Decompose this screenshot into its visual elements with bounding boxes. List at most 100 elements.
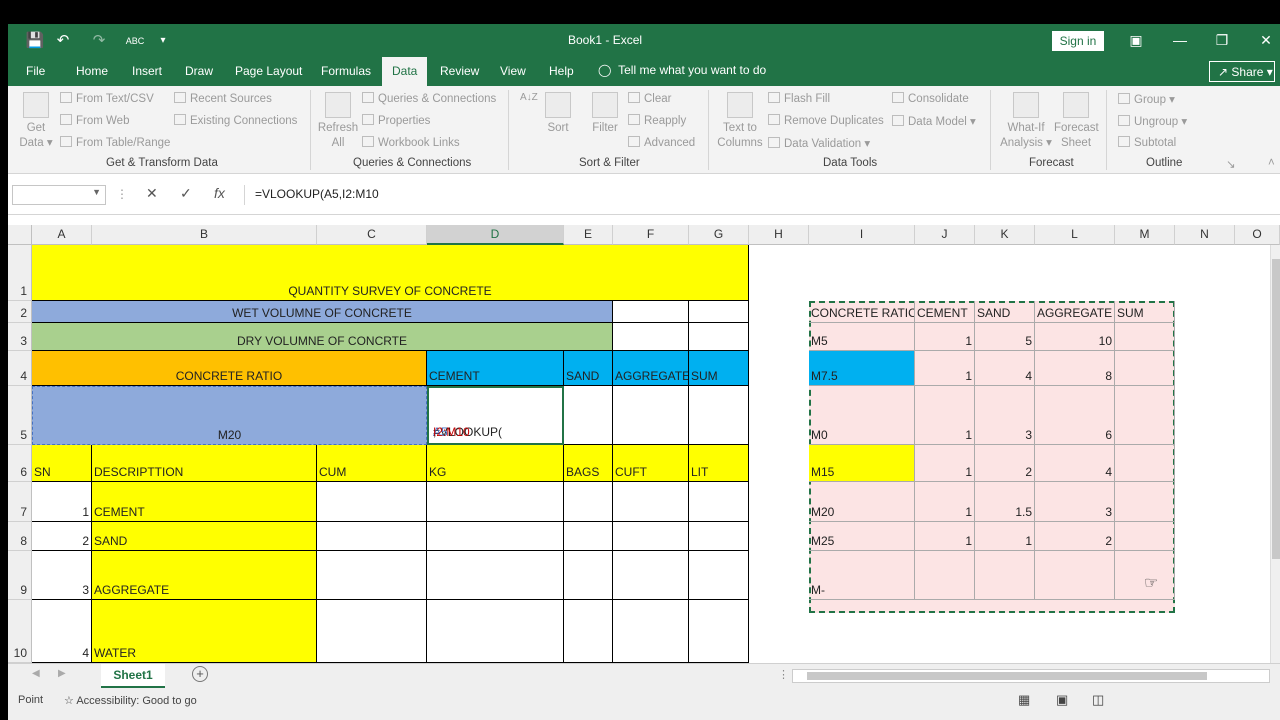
column-header[interactable]: G xyxy=(689,225,749,245)
cell[interactable] xyxy=(689,301,749,323)
cell[interactable] xyxy=(564,600,613,663)
sheet-tab-sheet1[interactable]: Sheet1 xyxy=(101,664,165,688)
prev-sheet-icon[interactable]: ◀ xyxy=(32,668,40,679)
lookup-value[interactable]: 4 xyxy=(975,351,1035,386)
lookup-value[interactable]: 2 xyxy=(1035,522,1115,551)
column-header[interactable]: D xyxy=(427,225,564,245)
cell[interactable] xyxy=(427,522,564,551)
sort-az-icon[interactable]: A↓Z xyxy=(520,92,538,103)
name-box[interactable]: ▼ xyxy=(12,185,106,205)
cell[interactable] xyxy=(689,600,749,663)
column-header[interactable]: K xyxy=(975,225,1035,245)
tab-help[interactable]: Help xyxy=(549,64,574,78)
tab-file[interactable]: File xyxy=(26,64,45,78)
header-cum[interactable]: CUM xyxy=(317,445,427,482)
lookup-value[interactable]: 6 xyxy=(1035,386,1115,445)
spelling-icon[interactable]: ABC xyxy=(124,31,146,51)
row-header[interactable]: 1 xyxy=(8,245,32,301)
ungroup-button[interactable]: Ungroup ▾ xyxy=(1118,114,1187,128)
select-all-corner[interactable] xyxy=(8,225,32,245)
tab-review[interactable]: Review xyxy=(440,64,479,78)
item-sn[interactable]: 2 xyxy=(32,522,92,551)
recent-sources-button[interactable]: Recent Sources xyxy=(174,92,272,105)
column-header[interactable]: M xyxy=(1115,225,1175,245)
share-button[interactable]: ↗ Share ▾ xyxy=(1209,61,1275,82)
row-header[interactable]: 6 xyxy=(8,445,32,482)
tab-insert[interactable]: Insert xyxy=(132,64,162,78)
lookup-value[interactable] xyxy=(1115,445,1175,482)
outline-settings-icon[interactable]: ↘ xyxy=(1226,157,1236,171)
cell[interactable] xyxy=(317,600,427,663)
column-header[interactable]: J xyxy=(915,225,975,245)
scroll-thumb[interactable] xyxy=(807,672,1207,680)
cell[interactable] xyxy=(689,551,749,600)
lookup-value[interactable]: 8 xyxy=(1035,351,1115,386)
cell[interactable] xyxy=(317,482,427,522)
cell[interactable] xyxy=(317,522,427,551)
existing-connections-button[interactable]: Existing Connections xyxy=(174,114,297,127)
reapply-button[interactable]: Reapply xyxy=(628,114,686,127)
lookup-grade[interactable]: M15 xyxy=(809,445,915,482)
lookup-header[interactable]: AGGREGATE xyxy=(1035,301,1115,323)
item-description[interactable]: AGGREGATE xyxy=(92,551,317,600)
cell[interactable] xyxy=(613,551,689,600)
lookup-value[interactable] xyxy=(1115,386,1175,445)
cell[interactable] xyxy=(613,522,689,551)
cell[interactable] xyxy=(613,301,689,323)
row-header[interactable]: 10 xyxy=(8,600,32,663)
cement-header[interactable]: CEMENT xyxy=(427,351,564,386)
what-if-button[interactable]: What-If Analysis ▾ xyxy=(998,92,1054,151)
lookup-grade[interactable]: M- xyxy=(809,551,915,600)
forecast-sheet-button[interactable]: Forecast Sheet xyxy=(1054,92,1099,151)
lookup-header[interactable]: SAND xyxy=(975,301,1035,323)
accessibility-status[interactable]: ☆ Accessibility: Good to go xyxy=(64,694,197,707)
customize-qat-icon[interactable]: ▾ xyxy=(152,31,174,51)
text-to-columns-button[interactable]: Text to Columns xyxy=(716,92,764,151)
column-header[interactable]: B xyxy=(92,225,317,245)
cell[interactable] xyxy=(613,482,689,522)
filter-button[interactable]: Filter xyxy=(588,92,622,136)
tab-formulas[interactable]: Formulas xyxy=(321,64,371,78)
subtotal-button[interactable]: Subtotal xyxy=(1118,136,1176,149)
cell[interactable] xyxy=(564,522,613,551)
row-header[interactable]: 9 xyxy=(8,551,32,600)
cell[interactable] xyxy=(613,323,689,351)
page-layout-view-icon[interactable]: ▣ xyxy=(1056,692,1068,708)
sign-in-button[interactable]: Sign in xyxy=(1052,31,1104,51)
lookup-value[interactable] xyxy=(1115,482,1175,522)
lookup-value[interactable] xyxy=(975,551,1035,600)
column-header[interactable]: F xyxy=(613,225,689,245)
advanced-button[interactable]: Advanced xyxy=(628,136,695,149)
item-description[interactable]: CEMENT xyxy=(92,482,317,522)
cell[interactable] xyxy=(689,386,749,445)
enter-icon[interactable]: ✓ xyxy=(180,185,192,202)
lookup-value[interactable]: 10 xyxy=(1035,323,1115,351)
undo-icon[interactable]: ↶ xyxy=(52,31,74,51)
flash-fill-button[interactable]: Flash Fill xyxy=(768,92,830,105)
page-break-view-icon[interactable]: ◫ xyxy=(1092,692,1104,708)
scroll-thumb[interactable] xyxy=(1272,259,1280,559)
column-header[interactable]: E xyxy=(564,225,613,245)
column-header[interactable]: C xyxy=(317,225,427,245)
cell[interactable] xyxy=(427,482,564,522)
tab-home[interactable]: Home xyxy=(76,64,108,78)
save-icon[interactable]: 💾 xyxy=(24,31,46,51)
lookup-header[interactable]: CEMENT xyxy=(915,301,975,323)
formula-input[interactable]: =VLOOKUP(A5,I2:M10 xyxy=(244,185,1274,205)
row-header[interactable]: 4 xyxy=(8,351,32,386)
tab-data[interactable]: Data xyxy=(382,57,428,86)
lookup-grade[interactable]: M7.5 xyxy=(809,351,915,386)
close-icon[interactable]: ✕ xyxy=(1256,30,1276,50)
cell[interactable] xyxy=(613,386,689,445)
cell[interactable] xyxy=(317,551,427,600)
cell[interactable] xyxy=(427,600,564,663)
column-header[interactable]: O xyxy=(1235,225,1280,245)
sum-header[interactable]: SUM xyxy=(689,351,749,386)
column-header[interactable]: A xyxy=(32,225,92,245)
lookup-value[interactable]: 1 xyxy=(915,351,975,386)
clear-button[interactable]: Clear xyxy=(628,92,671,105)
lookup-value[interactable]: 1 xyxy=(915,522,975,551)
lookup-value[interactable] xyxy=(1115,351,1175,386)
header-bags[interactable]: BAGS xyxy=(564,445,613,482)
tell-me-search[interactable]: ◯ Tell me what you want to do xyxy=(598,63,766,77)
